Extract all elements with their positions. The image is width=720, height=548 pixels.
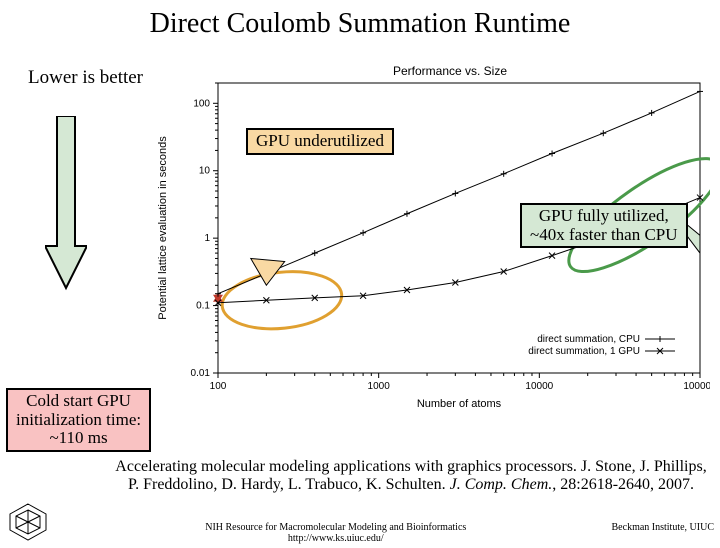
svg-text:100000: 100000	[683, 381, 710, 392]
footer-institute: Beckman Institute, UIUC	[612, 522, 714, 544]
citation-text: Accelerating molecular modeling applicat…	[110, 458, 712, 495]
svg-text:Potential lattice evaluation i: Potential lattice evaluation in seconds	[157, 136, 169, 320]
svg-text:0.01: 0.01	[191, 368, 211, 379]
down-arrow-icon	[45, 116, 87, 291]
svg-text:100: 100	[193, 98, 210, 109]
slide-title: Direct Coulomb Summation Runtime	[0, 8, 720, 40]
svg-text:1000: 1000	[368, 381, 391, 392]
svg-text:10000: 10000	[525, 381, 553, 392]
svg-text:100: 100	[210, 381, 227, 392]
svg-text:Number of atoms: Number of atoms	[417, 398, 502, 410]
callout-cold-start: Cold start GPU initialization time: ~110…	[6, 388, 151, 452]
svg-text:1: 1	[204, 233, 210, 244]
footer-org: NIH Resource for Macromolecular Modeling…	[60, 522, 612, 533]
svg-text:0.1: 0.1	[196, 301, 210, 312]
footer-url: http://www.ks.uiuc.edu/	[60, 533, 612, 544]
svg-text:10: 10	[199, 166, 211, 177]
svg-text:Performance vs. Size: Performance vs. Size	[393, 64, 507, 78]
callout-gpu-underutilized: GPU underutilized	[246, 128, 394, 155]
slide-footer: NIH Resource for Macromolecular Modeling…	[0, 522, 720, 544]
svg-text:direct summation, 1 GPU: direct summation, 1 GPU	[528, 346, 640, 357]
lower-is-better-label: Lower is better	[28, 68, 143, 89]
callout-gpu-fully-utilized: GPU fully utilized, ~40x faster than CPU	[520, 203, 688, 248]
svg-text:direct summation, CPU: direct summation, CPU	[537, 334, 640, 345]
